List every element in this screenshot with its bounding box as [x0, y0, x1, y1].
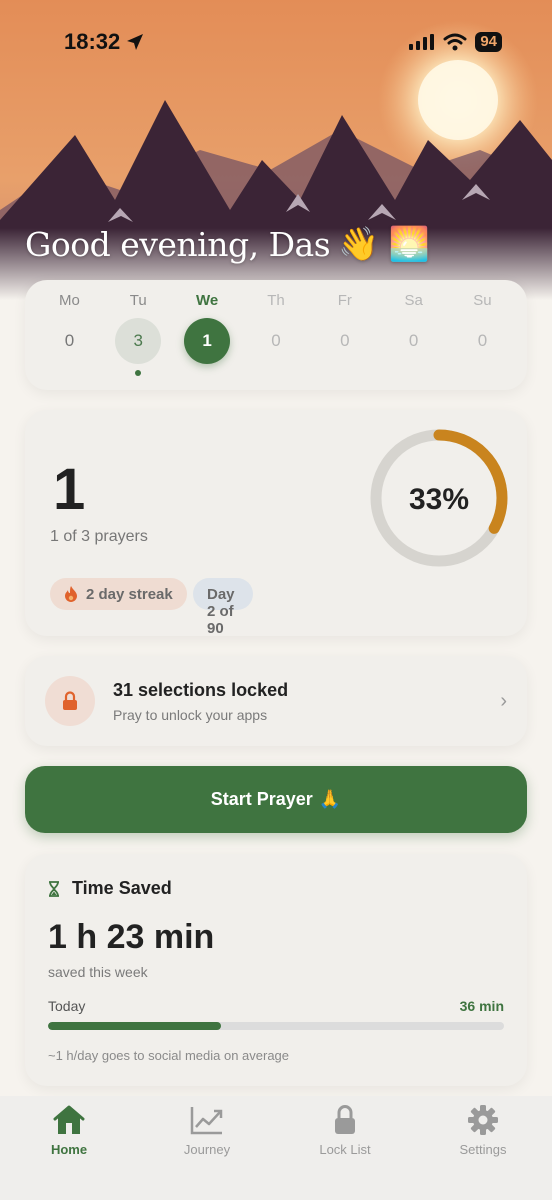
day-count: 3	[115, 318, 162, 364]
locked-subtitle: Pray to unlock your apps	[113, 706, 268, 723]
day-label: Fr	[337, 292, 352, 309]
greeting-heading: Good evening, Das 👋 🌅	[25, 224, 430, 264]
prayers-progress-text: 1 of 3 prayers	[50, 528, 148, 545]
day-column-tu[interactable]: Tu 3	[108, 292, 168, 390]
prayer-count: 1	[53, 457, 86, 522]
tab-settings-label: Settings	[459, 1142, 507, 1157]
day-column-fr[interactable]: Fr 0	[315, 292, 375, 390]
day-column-th[interactable]: Th 0	[246, 292, 306, 390]
time-saved-card: Time Saved 1 h 23 min saved this week To…	[25, 854, 527, 1086]
day-label: Sa	[404, 292, 423, 309]
today-label: Today	[48, 998, 86, 1014]
day-count: 0	[408, 331, 419, 350]
battery-indicator: 94	[475, 32, 502, 52]
day-label: Th	[267, 292, 285, 309]
hourglass-icon	[49, 880, 59, 897]
completed-dot	[135, 370, 142, 376]
day-column-su[interactable]: Su 0	[452, 292, 512, 390]
streak-text: 2 day streak	[86, 585, 173, 603]
home-icon	[53, 1105, 85, 1134]
day-label: Su	[473, 292, 492, 309]
chart-icon	[190, 1107, 223, 1135]
bottom-tab-bar: Home Journey Lock List Settings	[0, 1096, 552, 1200]
tab-home-label: Home	[50, 1142, 88, 1157]
tab-home[interactable]: Home	[19, 1102, 119, 1200]
locked-title: 31 selections locked	[113, 679, 289, 700]
status-indicators: 94	[409, 32, 502, 52]
clock-text: 18:32	[64, 29, 121, 54]
praying-hands-emoji: 🙏	[318, 789, 342, 809]
status-time: 18:32	[64, 29, 144, 55]
lock-icon	[335, 1105, 355, 1134]
greeting-emoji: 👋 🌅	[338, 224, 430, 263]
wifi-icon	[443, 33, 467, 51]
social-media-note: ~1 h/day goes to social media on average	[48, 1048, 290, 1063]
tab-journey-label: Journey	[183, 1142, 231, 1157]
progress-ring: 33%	[370, 429, 508, 567]
time-saved-title: Time Saved	[72, 878, 172, 898]
tab-lock-list-label: Lock List	[319, 1142, 371, 1157]
flame-icon	[65, 586, 77, 602]
status-bar: 18:32 94	[0, 0, 552, 84]
start-prayer-button[interactable]: Start Prayer 🙏	[25, 766, 527, 833]
chevron-right-icon: ›	[500, 689, 507, 712]
day-count: 0	[64, 331, 75, 350]
gear-icon	[468, 1105, 498, 1135]
lock-badge	[45, 676, 95, 726]
progress-percent: 33%	[409, 483, 469, 516]
day-label: We	[195, 292, 219, 309]
program-day-text: Day 2 of 90	[207, 586, 235, 637]
day-count: 0	[271, 331, 281, 350]
day-count: 1	[184, 318, 231, 364]
today-progress-track	[48, 1022, 504, 1030]
day-column-mo[interactable]: Mo 0	[39, 292, 99, 390]
week-tracker-card: Mo 0 Tu 3 We 1 Th 0 Fr 0 Sa 0 Su 0	[25, 280, 527, 390]
today-progress-fill	[48, 1022, 222, 1030]
lock-icon	[63, 691, 77, 710]
location-arrow-icon	[127, 34, 144, 50]
today-value: 36 min	[459, 998, 504, 1014]
start-prayer-label: Start Prayer	[210, 789, 313, 809]
tab-settings[interactable]: Settings	[433, 1102, 533, 1200]
program-day-badge: Day 2 of 90	[193, 578, 253, 637]
day-label: Tu	[129, 292, 147, 309]
time-saved-total: 1 h 23 min	[48, 918, 215, 956]
time-saved-subtitle: saved this week	[48, 964, 148, 980]
day-column-we[interactable]: We 1	[177, 292, 237, 390]
tab-lock-list[interactable]: Lock List	[295, 1102, 395, 1200]
day-count: 0	[477, 331, 488, 350]
streak-badge: 2 day streak	[50, 578, 187, 610]
locked-apps-row[interactable]: 31 selections locked Pray to unlock your…	[25, 656, 527, 746]
cellular-signal-icon	[409, 34, 435, 50]
day-count: 0	[340, 331, 350, 350]
day-label: Mo	[59, 292, 80, 309]
locked-text-group: 31 selections locked Pray to unlock your…	[113, 680, 500, 723]
daily-progress-card: 1 1 of 3 prayers 2 day streak Day 2 of 9…	[25, 410, 527, 637]
greeting-text: Good evening, Das	[25, 224, 331, 264]
tab-journey[interactable]: Journey	[157, 1102, 257, 1200]
day-column-sa[interactable]: Sa 0	[384, 292, 444, 390]
time-saved-header: Time Saved	[48, 878, 172, 899]
